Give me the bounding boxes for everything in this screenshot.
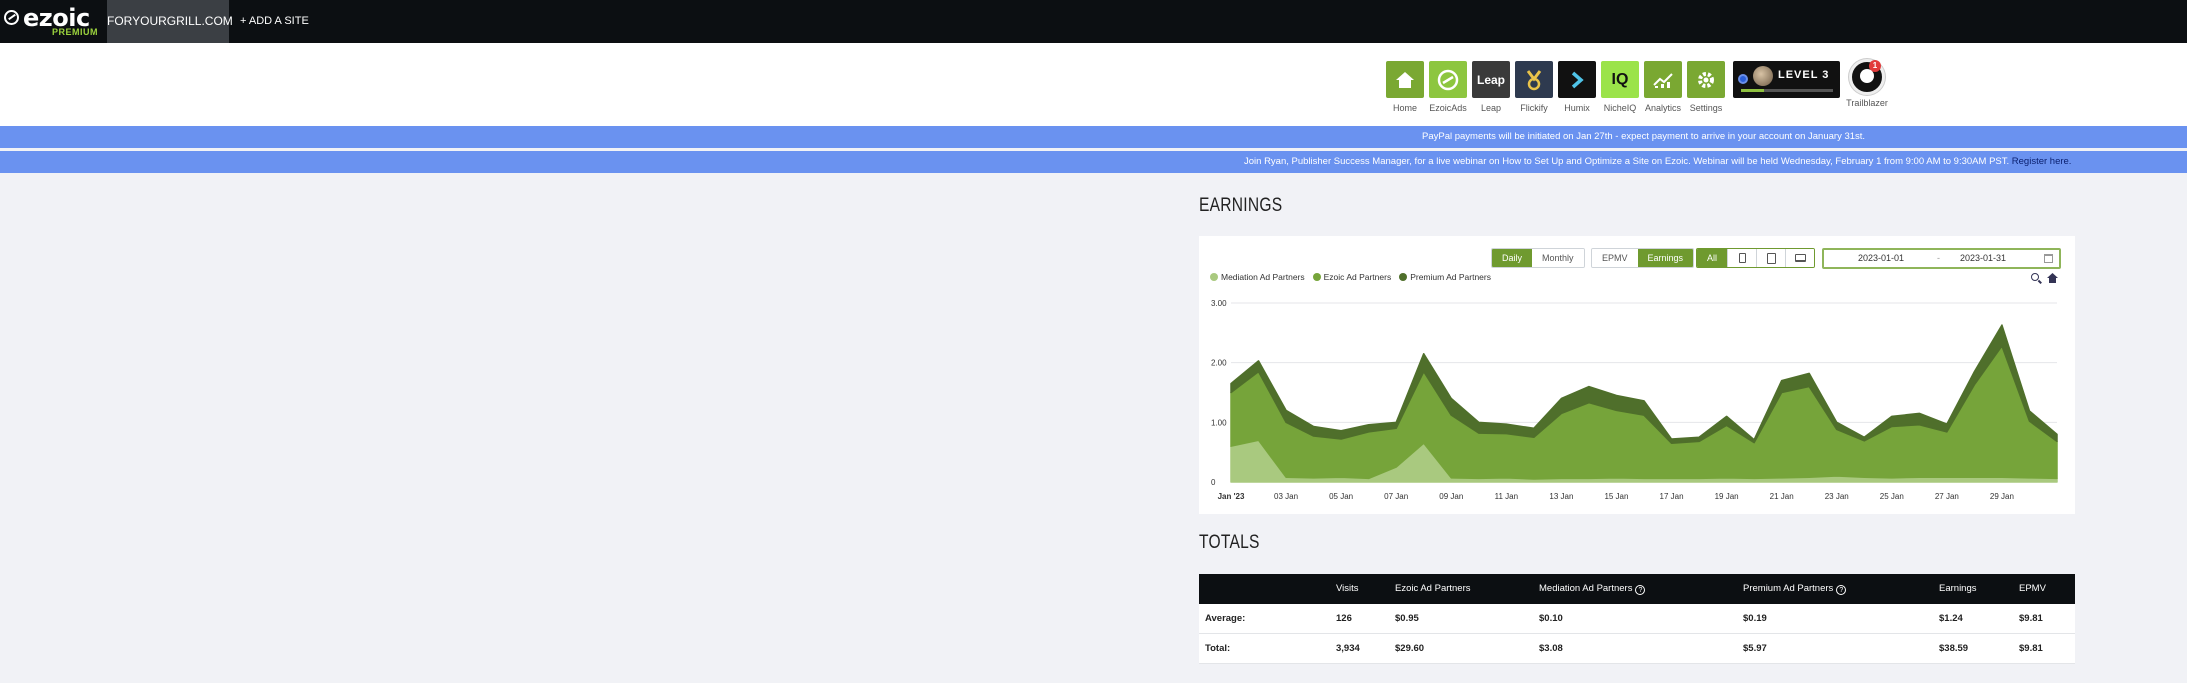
trailblazer-label: Trailblazer	[1846, 98, 1888, 108]
level-badge[interactable]: LEVEL 3	[1733, 61, 1840, 98]
help-icon[interactable]: ?	[1836, 585, 1847, 595]
register-link[interactable]: Register here.	[2012, 156, 2072, 167]
webinar-banner: Join Ryan, Publisher Success Manager, fo…	[0, 151, 2187, 173]
cell-epmv: $9.81	[2019, 643, 2043, 654]
logo-tier: PREMIUM	[52, 27, 98, 37]
add-site-link[interactable]: + ADD A SITE	[240, 0, 309, 43]
paypal-banner-text: PayPal payments will be initiated on Jan…	[1422, 131, 1866, 142]
x-tick-label: 27 Jan	[1935, 492, 1959, 501]
x-tick-label: 05 Jan	[1329, 492, 1353, 501]
user-avatar	[1753, 66, 1773, 86]
ezoic-logo-mark-icon	[4, 10, 19, 25]
nicheiq-tile-text: IQ	[1611, 70, 1629, 88]
x-tick-label: 07 Jan	[1384, 492, 1408, 501]
column-header-mediation-text: Mediation Ad Partners	[1539, 583, 1633, 594]
cell-ezoic: $29.60	[1395, 643, 1425, 654]
y-tick-label: 3.00	[1211, 299, 1227, 308]
table-header-row: Visits Ezoic Ad Partners Mediation Ad Pa…	[1199, 574, 2075, 604]
totals-table: Visits Ezoic Ad Partners Mediation Ad Pa…	[1199, 574, 2075, 664]
cell-mediation: $0.10	[1539, 613, 1563, 624]
cell-mediation: $3.08	[1539, 643, 1563, 654]
column-header-visits: Visits	[1336, 583, 1359, 594]
x-tick-label: 17 Jan	[1660, 492, 1684, 501]
cell-earnings: $1.24	[1939, 613, 1963, 624]
cell-premium: $0.19	[1743, 613, 1767, 624]
help-icon[interactable]: ?	[1635, 585, 1646, 595]
humix-icon	[1558, 61, 1596, 98]
flickify-icon	[1515, 61, 1553, 98]
x-tick-label: 29 Jan	[1990, 492, 2014, 501]
nicheiq-icon: IQ	[1601, 61, 1639, 98]
column-header-mediation: Mediation Ad Partners?	[1539, 574, 1646, 604]
y-tick-label: 1.00	[1211, 418, 1227, 427]
trailblazer-icon: 1	[1849, 59, 1885, 95]
x-tick-label: 13 Jan	[1549, 492, 1573, 501]
totals-title: TOTALS	[1199, 532, 1260, 553]
row-label: Total:	[1205, 643, 1231, 654]
paypal-banner: PayPal payments will be initiated on Jan…	[0, 126, 2187, 148]
top-navigation-bar: ezoic PREMIUM FORYOURGRILL.COM + ADD A S…	[0, 0, 2187, 43]
leap-tile-text: Leap	[1476, 72, 1505, 87]
y-tick-label: 2.00	[1211, 359, 1227, 368]
x-tick-label: 19 Jan	[1715, 492, 1739, 501]
table-row: Average: 126 $0.95 $0.10 $0.19 $1.24 $9.…	[1199, 604, 2075, 634]
cell-earnings: $38.59	[1939, 643, 1969, 654]
notification-badge: 1	[1869, 60, 1881, 72]
column-header-premium-text: Premium Ad Partners	[1743, 583, 1834, 594]
app-header: Home EzoicAds Leap Leap Flickify Humix I…	[0, 43, 2187, 126]
row-label: Average:	[1205, 613, 1246, 624]
analytics-icon	[1644, 61, 1682, 98]
level-text: LEVEL 3	[1778, 69, 1830, 81]
earnings-chart-panel: Daily Monthly EPMV Earnings All 2023-01-…	[1199, 236, 2075, 514]
x-tick-label: 25 Jan	[1880, 492, 1904, 501]
app-settings[interactable]: Settings	[1687, 61, 1725, 113]
cell-premium: $5.97	[1743, 643, 1767, 654]
level-progress-bar	[1741, 89, 1833, 92]
column-header-premium: Premium Ad Partners?	[1743, 574, 1847, 604]
earnings-title: EARNINGS	[1199, 195, 1283, 216]
cell-ezoic: $0.95	[1395, 613, 1419, 624]
column-header-ezoic: Ezoic Ad Partners	[1395, 583, 1471, 594]
site-selector-tab[interactable]: FORYOURGRILL.COM	[107, 0, 233, 43]
webinar-banner-text: Join Ryan, Publisher Success Manager, fo…	[1244, 156, 2010, 167]
column-header-earnings: Earnings	[1939, 583, 1977, 594]
cell-epmv: $9.81	[2019, 613, 2043, 624]
x-tick-label: 03 Jan	[1274, 492, 1298, 501]
ezoic-logo[interactable]: ezoic PREMIUM	[4, 4, 104, 39]
x-tick-label: 15 Jan	[1604, 492, 1628, 501]
level-status-icon	[1738, 74, 1748, 84]
ezoic-ads-icon	[1429, 61, 1467, 98]
trailblazer-button[interactable]: 1 Trailblazer	[1846, 59, 1888, 108]
y-tick-label: 0	[1211, 478, 1216, 487]
webinar-banner-content: Join Ryan, Publisher Success Manager, fo…	[1244, 151, 2071, 173]
x-tick-label: 11 Jan	[1495, 492, 1518, 501]
cell-visits: 3,934	[1336, 643, 1360, 654]
x-tick-label: 21 Jan	[1770, 492, 1794, 501]
leap-icon: Leap	[1472, 61, 1510, 98]
column-header-epmv: EPMV	[2019, 583, 2046, 594]
gear-icon	[1687, 61, 1725, 98]
x-tick-label: Jan '23	[1218, 492, 1245, 501]
x-tick-label: 23 Jan	[1825, 492, 1849, 501]
house-icon	[1386, 61, 1424, 98]
x-tick-label: 09 Jan	[1439, 492, 1463, 501]
earnings-area-chart[interactable]: 3.00 2.00 1.00 0Jan '23 03 Jan 05 Jan 07 Jan 09…	[1199, 236, 2075, 514]
table-row: Total: 3,934 $29.60 $3.08 $5.97 $38.59 $…	[1199, 634, 2075, 664]
cell-visits: 126	[1336, 613, 1352, 624]
app-label: Settings	[1689, 103, 1723, 113]
